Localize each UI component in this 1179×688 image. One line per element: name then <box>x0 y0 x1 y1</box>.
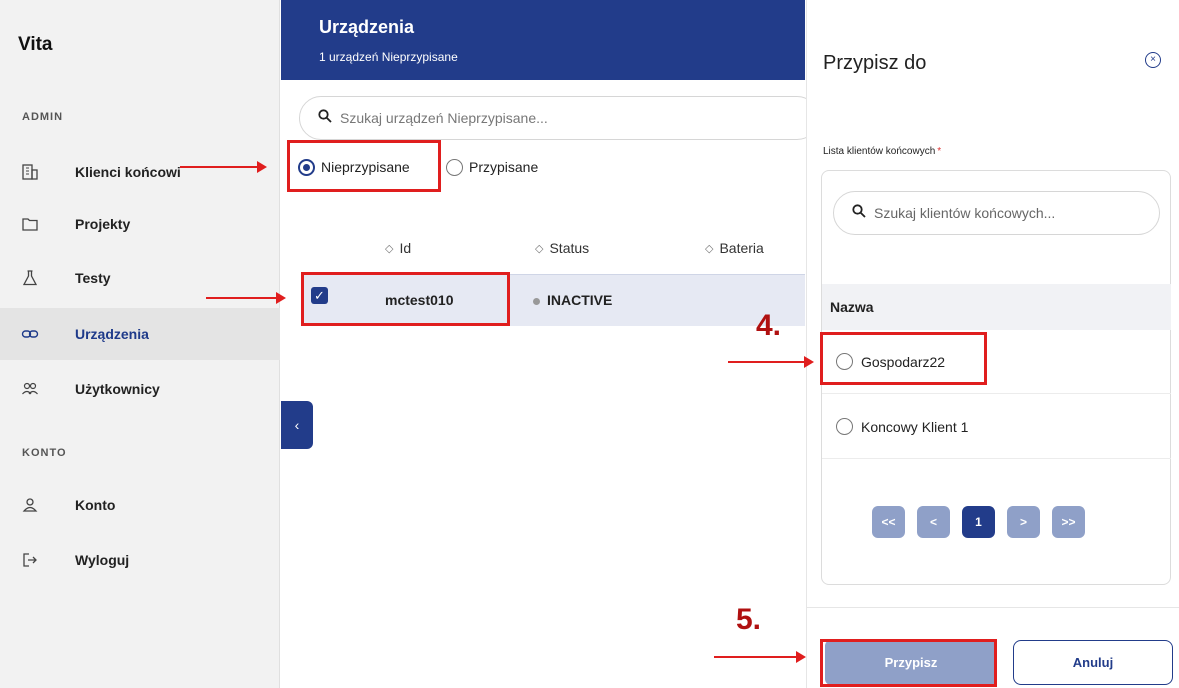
page-header: Urządzenia 1 urządzeń Nieprzypisane <box>281 0 805 80</box>
current-page-button[interactable]: 1 <box>962 506 995 538</box>
account-section-label: KONTO <box>22 447 67 459</box>
flask-icon <box>18 266 42 290</box>
column-header-name: Nazwa <box>822 284 1171 330</box>
folder-icon <box>18 212 42 236</box>
brand-logo: Vita <box>18 34 53 55</box>
arrow-icon <box>728 356 814 368</box>
filter-assigned-label: Przypisane <box>469 159 539 175</box>
highlight-client <box>820 332 987 385</box>
highlight-filter <box>287 140 441 192</box>
page-subtitle: 1 urządzeń Nieprzypisane <box>319 50 458 64</box>
sidebar-item-logout[interactable]: Wyloguj <box>0 534 280 586</box>
sidebar: Vita ADMIN Klienci końcowi Projekty Test… <box>0 0 280 688</box>
page-title: Urządzenia <box>319 17 415 37</box>
sidebar-item-projects[interactable]: Projekty <box>0 198 280 250</box>
main-content: Urządzenia 1 urządzeń Nieprzypisane Szuk… <box>281 0 819 688</box>
sidebar-item-label: Użytkownicy <box>75 381 160 397</box>
prev-page-button[interactable]: < <box>917 506 950 538</box>
link-icon <box>18 322 42 346</box>
sidebar-item-account[interactable]: Konto <box>0 479 280 531</box>
pagination: << < 1 > >> <box>872 506 1085 538</box>
sidebar-item-label: Konto <box>75 497 116 513</box>
first-page-button[interactable]: << <box>872 506 905 538</box>
sidebar-item-users[interactable]: Użytkownicy <box>0 363 280 415</box>
user-icon <box>18 493 42 517</box>
status-dot-icon <box>533 297 540 305</box>
cancel-button[interactable]: Anuluj <box>1013 640 1173 685</box>
close-icon[interactable]: × <box>1145 52 1161 68</box>
sort-icon: ◇ <box>385 242 394 255</box>
highlight-row <box>301 272 510 326</box>
arrow-icon <box>714 651 806 663</box>
radio-unselected[interactable] <box>446 158 463 176</box>
sidebar-item-label: Wyloguj <box>75 552 130 568</box>
search-placeholder: Szukaj klientów końcowych... <box>874 205 1056 221</box>
client-option-koncowy-klient-1[interactable]: Koncowy Klient 1 <box>822 395 1171 459</box>
required-mark: * <box>937 146 942 157</box>
building-icon <box>18 160 42 184</box>
column-header-id[interactable]: ◇ Id <box>385 240 411 256</box>
last-page-button[interactable]: >> <box>1052 506 1085 538</box>
logout-icon <box>18 548 42 572</box>
client-list-label: Lista klientów końcowych * <box>823 146 942 157</box>
column-header-status[interactable]: ◇ Status <box>535 240 589 256</box>
step-number-4: 4. <box>756 309 782 342</box>
sidebar-item-label: Projekty <box>75 216 131 232</box>
column-header-battery[interactable]: ◇ Bateria <box>705 240 764 256</box>
radio-unselected[interactable] <box>836 418 853 435</box>
client-name: Koncowy Klient 1 <box>861 418 969 435</box>
search-icon <box>318 108 332 128</box>
sort-icon: ◇ <box>705 242 714 255</box>
sidebar-item-label: Urządzenia <box>75 326 149 342</box>
search-placeholder: Szukaj urządzeń Nieprzypisane... <box>340 110 548 126</box>
arrow-icon <box>206 292 286 304</box>
collapse-sidebar-button[interactable]: ‹ <box>281 401 313 449</box>
divider <box>807 607 1179 608</box>
client-search-input[interactable]: Szukaj klientów końcowych... <box>833 191 1160 235</box>
device-search-input[interactable]: Szukaj urządzeń Nieprzypisane... <box>299 96 819 140</box>
sidebar-item-devices[interactable]: Urządzenia <box>0 308 280 360</box>
admin-section-label: ADMIN <box>22 111 64 123</box>
search-icon <box>852 203 866 223</box>
sidebar-item-clients[interactable]: Klienci końcowi <box>0 146 280 198</box>
highlight-assign <box>820 639 997 687</box>
app-root: Vita ADMIN Klienci końcowi Projekty Test… <box>0 0 1179 688</box>
panel-title: Przypisz do <box>823 52 927 74</box>
arrow-icon <box>180 161 267 173</box>
sort-icon: ◇ <box>535 242 544 255</box>
next-page-button[interactable]: > <box>1007 506 1040 538</box>
device-status: INACTIVE <box>533 292 612 308</box>
filter-assigned[interactable]: Przypisane <box>446 152 538 182</box>
sidebar-item-label: Testy <box>75 270 111 286</box>
sidebar-item-label: Klienci końcowi <box>75 164 181 180</box>
step-number-5: 5. <box>736 603 762 636</box>
users-icon <box>18 377 42 401</box>
